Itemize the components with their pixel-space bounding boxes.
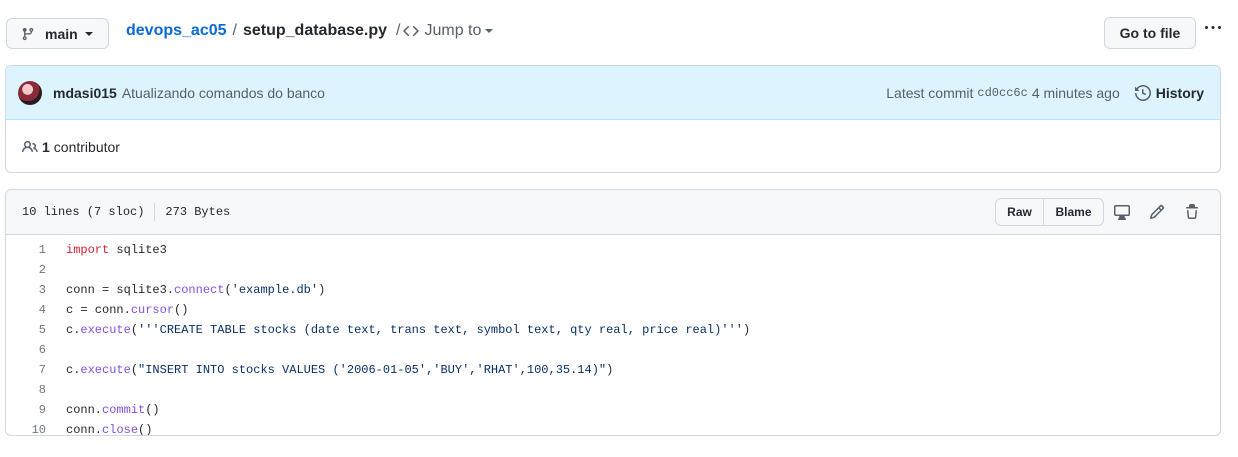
- breadcrumb: devops_ac05 / setup_database.py / Jump t…: [126, 20, 494, 42]
- code-line: 9 conn.commit(): [6, 400, 1220, 420]
- line-content: c = conn.cursor(): [46, 303, 188, 317]
- code-token: conn.: [66, 423, 103, 436]
- code-line: 5 c.execute('''CREATE TABLE stocks (date …: [6, 320, 1220, 340]
- breadcrumb-repo-link[interactable]: devops_ac05: [126, 22, 227, 40]
- commit-time: 4 minutes ago: [1031, 85, 1120, 101]
- code-line: 6: [6, 340, 1220, 360]
- line-content: c.execute("INSERT INTO stocks VALUES ('2…: [46, 363, 613, 377]
- code-token: ): [606, 363, 614, 377]
- code-token: c = conn.: [66, 303, 131, 317]
- branch-label: main: [45, 25, 78, 42]
- line-number[interactable]: 6: [6, 343, 46, 357]
- line-content: conn.commit(): [46, 403, 160, 417]
- people-icon: [22, 139, 38, 155]
- code-token: (: [224, 283, 232, 297]
- code-token: cursor: [130, 303, 175, 317]
- line-content: c.execute('''CREATE TABLE stocks (date t…: [46, 323, 750, 337]
- code-line: 7 c.execute("INSERT INTO stocks VALUES ('…: [6, 360, 1220, 380]
- commit-sha[interactable]: cd0cc6c: [977, 86, 1027, 100]
- commit-meta: Latest commit cd0cc6c 4 minutes ago Hist…: [886, 66, 1204, 120]
- line-number[interactable]: 9: [6, 403, 46, 417]
- code-token: close: [102, 423, 139, 436]
- git-branch-icon: [21, 27, 35, 41]
- code-token: (: [130, 363, 139, 377]
- file-viewer: 10 lines (7 sloc) 273 Bytes Raw Blame 1i…: [5, 189, 1221, 436]
- code-token: 'example.db': [231, 283, 319, 297]
- line-number[interactable]: 2: [6, 263, 46, 277]
- line-number[interactable]: 1: [6, 243, 46, 257]
- code-icon: [403, 23, 420, 39]
- line-number[interactable]: 10: [6, 423, 46, 435]
- file-size: 273 Bytes: [165, 205, 231, 219]
- code-line: 4c = conn.cursor(): [6, 300, 1220, 320]
- branch-selector-button[interactable]: main: [6, 18, 109, 49]
- line-number[interactable]: 8: [6, 383, 46, 397]
- code-token: (): [138, 423, 153, 436]
- blame-button[interactable]: Blame: [1044, 199, 1103, 225]
- line-number[interactable]: 4: [6, 303, 46, 317]
- code-line: 3 conn = sqlite3.connect('example.db'): [6, 280, 1220, 300]
- desktop-icon[interactable]: [1113, 202, 1131, 222]
- code-token: '''CREATE TABLE stocks (date text, trans…: [138, 323, 743, 337]
- line-number[interactable]: 7: [6, 363, 46, 377]
- code-token: (): [174, 303, 189, 317]
- code-token: conn = sqlite3.: [66, 283, 175, 297]
- code-token: sqlite3: [109, 243, 167, 257]
- line-content: conn.close(): [46, 423, 153, 436]
- avatar[interactable]: [18, 80, 42, 105]
- chevron-down-icon: [84, 31, 93, 36]
- line-number[interactable]: 3: [6, 283, 46, 297]
- breadcrumb-separator: /: [232, 22, 237, 39]
- code-token: ): [742, 323, 751, 337]
- code-token: connect: [174, 283, 225, 297]
- code-token: c.: [66, 323, 81, 337]
- code-listing: 1 import sqlite3 2 3 conn = sqlite3.connect(…: [6, 235, 1220, 436]
- raw-button[interactable]: Raw: [996, 199, 1044, 225]
- code-line: 10 conn.close(): [6, 420, 1220, 436]
- jump-to-button[interactable]: Jump to: [403, 22, 494, 40]
- code-token: import: [66, 243, 110, 257]
- divider: [154, 203, 156, 221]
- code-token: commit: [102, 403, 146, 417]
- commit-header: mdasi015 Atualizando comandos do banco L…: [6, 66, 1220, 120]
- history-button[interactable]: History: [1134, 85, 1204, 101]
- line-number[interactable]: 5: [6, 323, 46, 337]
- history-label: History: [1155, 85, 1204, 101]
- chevron-down-icon: [485, 29, 494, 33]
- history-icon: [1134, 85, 1151, 101]
- code-line: 2: [6, 260, 1220, 280]
- code-line: 8: [6, 380, 1220, 400]
- code-token: c.: [66, 363, 81, 377]
- code-token: conn.: [66, 403, 103, 417]
- commit-message[interactable]: Atualizando comandos do banco: [122, 85, 325, 101]
- file-lines-info: 10 lines (7 sloc): [22, 205, 145, 219]
- code-token: (): [145, 403, 160, 417]
- line-content: conn = sqlite3.connect('example.db'): [46, 283, 325, 297]
- file-header: 10 lines (7 sloc) 273 Bytes Raw Blame: [6, 190, 1220, 235]
- latest-commit-label: Latest commit: [886, 85, 974, 101]
- contributor-label: contributor: [53, 138, 120, 155]
- code-token: ): [318, 283, 326, 297]
- line-content: import sqlite3: [46, 243, 167, 257]
- commit-author[interactable]: mdasi015: [53, 85, 117, 101]
- file-icon-actions: [1113, 202, 1218, 222]
- contributors-row[interactable]: 1 contributor: [6, 120, 1220, 172]
- breadcrumb-separator: /: [396, 22, 401, 39]
- code-token: "INSERT INTO stocks VALUES ('2006-01-05'…: [138, 363, 607, 377]
- code-token: execute: [80, 323, 131, 337]
- code-token: execute: [80, 363, 131, 377]
- kebab-horizontal-icon[interactable]: [1203, 18, 1223, 38]
- file-actions-group: Raw Blame: [995, 198, 1104, 226]
- breadcrumb-file-name: setup_database.py: [242, 22, 388, 39]
- code-token: (: [130, 323, 139, 337]
- latest-commit-box: mdasi015 Atualizando comandos do banco L…: [5, 65, 1221, 173]
- go-to-file-button[interactable]: Go to file: [1104, 17, 1196, 49]
- code-line: 1 import sqlite3: [6, 240, 1220, 260]
- jump-to-label: Jump to: [424, 22, 482, 39]
- pencil-icon[interactable]: [1148, 202, 1166, 222]
- trash-icon[interactable]: [1183, 202, 1201, 222]
- contributor-count: 1: [42, 138, 50, 155]
